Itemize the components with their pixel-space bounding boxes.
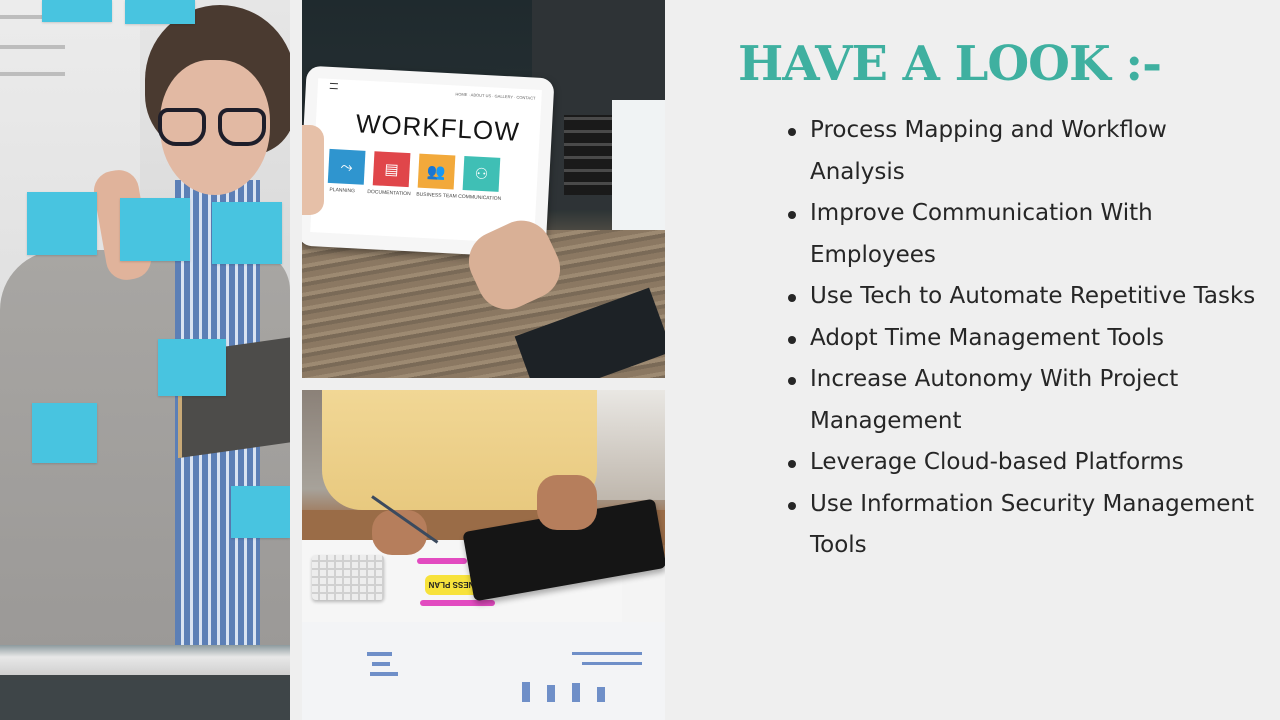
bullet-list: Process Mapping and Workflow Analysis Im… [785,110,1265,567]
bullet-icon [788,211,796,219]
glass-rail [0,645,290,675]
chart-bar [370,672,398,676]
list-item-text: Use Information Security Management Tool… [810,490,1254,559]
chart-bar [367,652,392,656]
bullet-icon [788,128,796,136]
chart-bar [582,662,642,665]
photo-workflow-tablet: HOME · ABOUT US · GALLERY · CONTACT WORK… [302,0,665,378]
tile-label: PLANNING [329,186,356,195]
list-item: Increase Autonomy With Project Managemen… [785,359,1265,442]
glasses [158,108,270,148]
list-item: Adopt Time Management Tools [785,318,1265,360]
list-item: Process Mapping and Workflow Analysis [785,110,1265,193]
documents-icon: ▤ [372,151,411,188]
bullet-icon [788,294,796,302]
list-item: Use Information Security Management Tool… [785,484,1265,567]
hand [302,125,324,215]
list-item: Leverage Cloud-based Platforms [785,442,1265,484]
tile-label: DOCUMENTATION [367,188,411,198]
bullet-icon [788,460,796,468]
network-icon: ⚇ [462,155,501,192]
workflow-title: WORKFLOW [355,108,521,147]
sticky-note [231,486,290,538]
tile-label: COMMUNICATION [458,193,502,202]
sticky-note [125,0,195,24]
photo-woman-sticky-notes [0,0,290,720]
sticky-note [27,192,97,255]
mindmap-node [417,558,467,564]
chart-bar [572,652,642,655]
hand [537,475,597,530]
list-item-text: Adopt Time Management Tools [810,324,1165,351]
sticky-note [212,202,282,264]
paper-chart [612,100,665,250]
sticky-note [42,0,112,22]
chart-printouts [302,622,665,720]
bullet-icon [788,501,796,510]
sticky-note [120,198,190,261]
bullet-icon [788,377,796,385]
tile-label: BUSINESS TEAM [416,191,457,200]
team-icon: 👥 [417,153,456,190]
calculator [312,555,384,600]
floor [0,675,290,720]
list-item-text: Improve Communication With Employees [810,200,1153,268]
screen-nav: HOME · ABOUT US · GALLERY · CONTACT [455,91,536,101]
chart-bar [372,662,390,666]
tablet-screen: HOME · ABOUT US · GALLERY · CONTACT WORK… [310,78,542,244]
sticky-note [158,339,226,396]
list-item: Improve Communication With Employees [785,193,1265,276]
list-item: Use Tech to Automate Repetitive Tasks [785,276,1265,318]
chart-bar [597,687,605,702]
mindmap-node [420,600,495,606]
menu-icon [329,82,338,90]
sticky-note [32,403,97,463]
photo-business-plan-desk: BUSINESS PLAN [302,390,665,720]
bullet-icon [788,335,796,344]
blind-slat [0,45,65,49]
list-item-text: Leverage Cloud-based Platforms [810,449,1184,475]
list-item-text: Increase Autonomy With Project Managemen… [810,366,1179,434]
chart-bar [547,685,555,702]
list-item-text: Process Mapping and Workflow Analysis [810,117,1167,185]
blind-slat [0,72,65,76]
slide-title: HAVE A LOOK :- [738,36,1162,92]
chart-bar [522,682,530,702]
flow-icon: ⤳ [327,148,366,185]
text-panel: HAVE A LOOK :- Process Mapping and Workf… [665,0,1280,720]
chart-bar [572,683,580,702]
list-item-text: Use Tech to Automate Repetitive Tasks [810,283,1256,309]
